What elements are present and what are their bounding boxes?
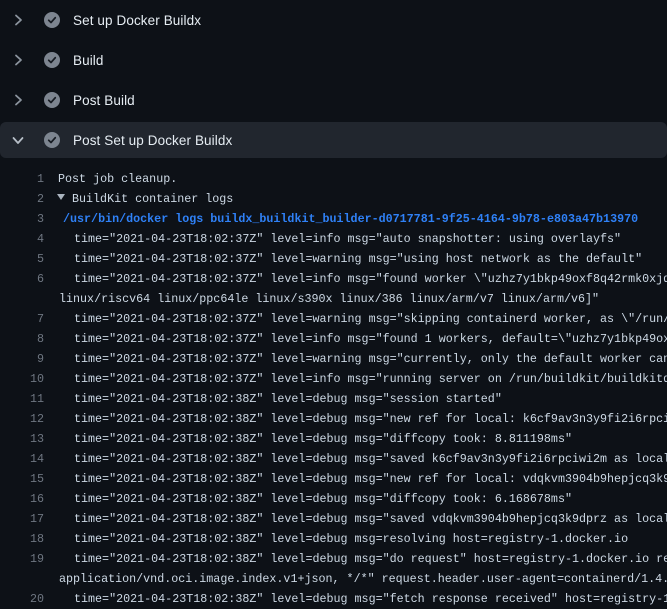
log-text: time="2021-04-23T18:02:38Z" level=debug … [0, 389, 667, 409]
line-number[interactable]: 15 [0, 469, 44, 489]
log-line: 10time="2021-04-23T18:02:37Z" level=info… [0, 369, 667, 389]
line-number[interactable]: 1 [0, 169, 44, 189]
line-number[interactable]: 2 [0, 189, 44, 209]
line-number[interactable]: 16 [0, 489, 44, 509]
log-text: time="2021-04-23T18:02:37Z" level=warnin… [0, 309, 667, 329]
line-number[interactable]: 19 [0, 549, 44, 569]
log-text: time="2021-04-23T18:02:38Z" level=debug … [0, 429, 667, 449]
log-line: 19time="2021-04-23T18:02:38Z" level=debu… [0, 549, 667, 569]
step-header-post-build[interactable]: Post Build [0, 80, 667, 120]
line-number[interactable]: 8 [0, 329, 44, 349]
group-collapse-triangle-icon[interactable] [57, 194, 65, 200]
step-header-build[interactable]: Build [0, 40, 667, 80]
check-circle-icon [44, 92, 60, 108]
step-list: Set up Docker Buildx Build Post Build Post … [0, 0, 667, 158]
log-text: time="2021-04-23T18:02:37Z" level=warnin… [0, 349, 667, 369]
log-text: Post job cleanup. [0, 169, 667, 189]
step-header-set-up-docker-buildx[interactable]: Set up Docker Buildx [0, 0, 667, 40]
log-line: 3/usr/bin/docker logs buildx_buildkit_bu… [0, 209, 667, 229]
line-number[interactable]: 13 [0, 429, 44, 449]
log-line: 16time="2021-04-23T18:02:38Z" level=debu… [0, 489, 667, 509]
log-pane: 1Post job cleanup.2 BuildKit container lo… [0, 158, 667, 609]
line-number[interactable]: 4 [0, 229, 44, 249]
log-text: time="2021-04-23T18:02:37Z" level=info m… [0, 229, 667, 249]
log-line: 5time="2021-04-23T18:02:37Z" level=warni… [0, 249, 667, 269]
log-line: 18time="2021-04-23T18:02:38Z" level=debu… [0, 529, 667, 549]
line-number[interactable]: 10 [0, 369, 44, 389]
log-text: time="2021-04-23T18:02:38Z" level=debug … [0, 549, 667, 569]
log-line: 9time="2021-04-23T18:02:37Z" level=warni… [0, 349, 667, 369]
log-line: 2 BuildKit container logs [0, 189, 667, 209]
chevron-down-icon [10, 132, 26, 148]
log-group-label[interactable]: BuildKit container logs [72, 192, 233, 206]
check-circle-icon [44, 12, 60, 28]
log-line-wrap: application/vnd.oci.image.index.v1+json,… [0, 569, 667, 589]
log-text: time="2021-04-23T18:02:38Z" level=debug … [0, 449, 667, 469]
log-text: time="2021-04-23T18:02:37Z" level=info m… [0, 269, 667, 289]
check-circle-icon [44, 52, 60, 68]
chevron-right-icon [10, 12, 26, 28]
log-text: time="2021-04-23T18:02:38Z" level=debug … [0, 509, 667, 529]
log-line: 1Post job cleanup. [0, 169, 667, 189]
step-label: Set up Docker Buildx [73, 13, 201, 28]
log-line: 11time="2021-04-23T18:02:38Z" level=debu… [0, 389, 667, 409]
chevron-right-icon [10, 52, 26, 68]
log-text: linux/riscv64 linux/ppc64le linux/s390x … [0, 289, 667, 309]
line-number[interactable]: 9 [0, 349, 44, 369]
log-line: 12time="2021-04-23T18:02:38Z" level=debu… [0, 409, 667, 429]
log-text: time="2021-04-23T18:02:38Z" level=debug … [0, 489, 667, 509]
log-line: 4time="2021-04-23T18:02:37Z" level=info … [0, 229, 667, 249]
log-line: 8time="2021-04-23T18:02:37Z" level=info … [0, 329, 667, 349]
log-text: time="2021-04-23T18:02:38Z" level=debug … [0, 409, 667, 429]
log-text: time="2021-04-23T18:02:38Z" level=debug … [0, 469, 667, 489]
log-text: application/vnd.oci.image.index.v1+json,… [0, 569, 667, 589]
log-group-row[interactable]: BuildKit container logs [0, 189, 667, 209]
log-line: 13time="2021-04-23T18:02:38Z" level=debu… [0, 429, 667, 449]
step-label: Build [73, 53, 104, 68]
step-label: Post Build [73, 93, 135, 108]
log-text: time="2021-04-23T18:02:38Z" level=debug … [0, 589, 667, 609]
line-number[interactable]: 18 [0, 529, 44, 549]
log-line: 20time="2021-04-23T18:02:38Z" level=debu… [0, 589, 667, 609]
line-number[interactable]: 20 [0, 589, 44, 609]
log-line: 7time="2021-04-23T18:02:37Z" level=warni… [0, 309, 667, 329]
log-text: time="2021-04-23T18:02:38Z" level=debug … [0, 529, 667, 549]
line-number[interactable]: 12 [0, 409, 44, 429]
step-header-post-set-up-docker-buildx[interactable]: Post Set up Docker Buildx [0, 122, 667, 158]
line-number[interactable]: 17 [0, 509, 44, 529]
log-line: 14time="2021-04-23T18:02:38Z" level=debu… [0, 449, 667, 469]
log-text: time="2021-04-23T18:02:37Z" level=info m… [0, 329, 667, 349]
log-line: 17time="2021-04-23T18:02:38Z" level=debu… [0, 509, 667, 529]
line-number[interactable]: 11 [0, 389, 44, 409]
line-number[interactable]: 6 [0, 269, 44, 289]
log-command-text: /usr/bin/docker logs buildx_buildkit_bui… [0, 209, 667, 229]
log-text: time="2021-04-23T18:02:37Z" level=warnin… [0, 249, 667, 269]
line-number[interactable]: 14 [0, 449, 44, 469]
check-circle-icon [44, 132, 60, 148]
log-line: 6time="2021-04-23T18:02:37Z" level=info … [0, 269, 667, 289]
step-label: Post Set up Docker Buildx [73, 133, 232, 148]
line-number[interactable]: 7 [0, 309, 44, 329]
chevron-right-icon [10, 92, 26, 108]
log-line: 15time="2021-04-23T18:02:38Z" level=debu… [0, 469, 667, 489]
line-number[interactable]: 3 [0, 209, 44, 229]
log-text: time="2021-04-23T18:02:37Z" level=info m… [0, 369, 667, 389]
log-line-wrap: linux/riscv64 linux/ppc64le linux/s390x … [0, 289, 667, 309]
line-number[interactable]: 5 [0, 249, 44, 269]
